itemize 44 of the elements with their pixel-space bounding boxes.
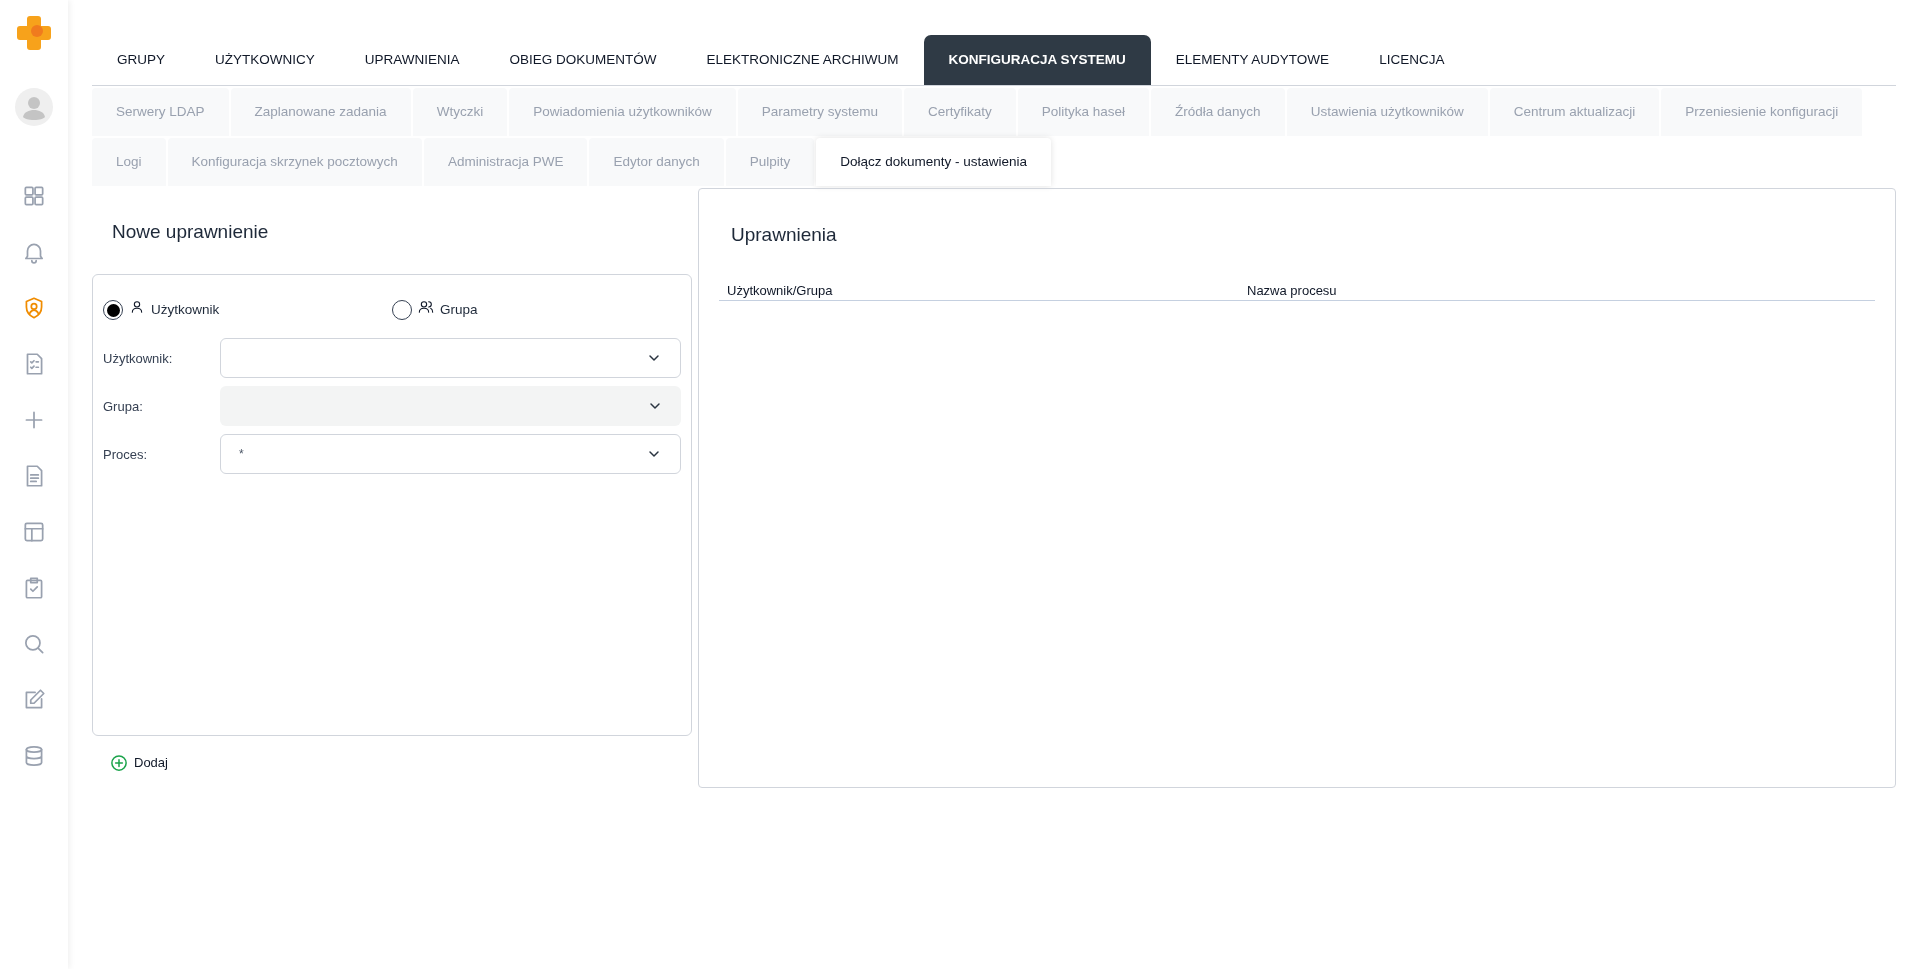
user-icon [129, 299, 145, 316]
panel-title: Uprawnienia [730, 223, 838, 247]
main-tab[interactable]: OBIEG DOKUMENTÓW [484, 35, 682, 85]
field-label: Proces: [103, 445, 149, 464]
sub-tab[interactable]: Polityka haseł [1017, 88, 1150, 136]
logo-icon[interactable] [15, 14, 53, 52]
sub-tab[interactable]: Parametry systemu [737, 88, 902, 136]
users-icon [418, 299, 434, 316]
field-label: Grupa: [103, 397, 144, 416]
select-field[interactable]: * [220, 434, 681, 475]
avatar-icon[interactable] [15, 88, 53, 126]
select-field[interactable] [220, 338, 681, 379]
radio-label[interactable]: Użytkownik [151, 300, 220, 321]
sub-tab[interactable]: Serwery LDAP [92, 88, 229, 136]
sub-tab[interactable]: Konfiguracja skrzynek pocztowych [167, 138, 422, 186]
main-tab[interactable]: GRUPY [92, 35, 190, 85]
main-tab[interactable]: ELEMENTY AUDYTOWE [1150, 35, 1355, 85]
sub-tab[interactable]: Przeniesienie konfiguracji [1661, 88, 1863, 136]
main-tab[interactable]: ELEKTRONICZNE ARCHIWUM [681, 35, 924, 85]
radio-label[interactable]: Grupa [440, 300, 478, 321]
sub-tab[interactable]: Wtyczki [412, 88, 508, 136]
sub-tab[interactable]: Zaplanowane zadania [230, 88, 411, 136]
field-label: Użytkownik: [103, 349, 174, 368]
grid-icon[interactable] [21, 183, 47, 209]
sub-tab[interactable]: Certyfikaty [904, 88, 1016, 136]
sub-tab[interactable]: Centrum aktualizacji [1489, 88, 1660, 136]
panel-title: Nowe uprawnienie [111, 220, 270, 244]
column-header: Nazwa procesu [1247, 282, 1337, 300]
sub-tab[interactable]: Administracja PWE [423, 138, 588, 186]
sub-tab[interactable]: Pulpity [725, 138, 815, 186]
sub-tab[interactable]: Dołącz dokumenty - ustawienia [816, 138, 1052, 186]
sub-tab[interactable]: Źródła danych [1151, 88, 1285, 136]
main-tab[interactable]: LICENCJA [1354, 35, 1470, 85]
column-header: Użytkownik/Grupa [726, 282, 834, 300]
main-tab[interactable]: UŻYTKOWNICY [190, 35, 340, 85]
sub-tab[interactable]: Edytor danych [589, 138, 724, 186]
sub-tab[interactable]: Ustawienia użytkowników [1286, 88, 1488, 136]
layout-icon[interactable] [21, 519, 47, 545]
plus-circle-icon [110, 753, 128, 772]
add-button[interactable]: Dodaj [110, 753, 168, 773]
sub-tab[interactable]: Powiadomienia użytkowników [509, 88, 736, 136]
main-tab[interactable]: KONFIGURACJA SYSTEMU [923, 35, 1151, 85]
sub-tab[interactable]: Logi [92, 138, 166, 186]
main-tab[interactable]: UPRAWNIENIA [339, 35, 485, 85]
